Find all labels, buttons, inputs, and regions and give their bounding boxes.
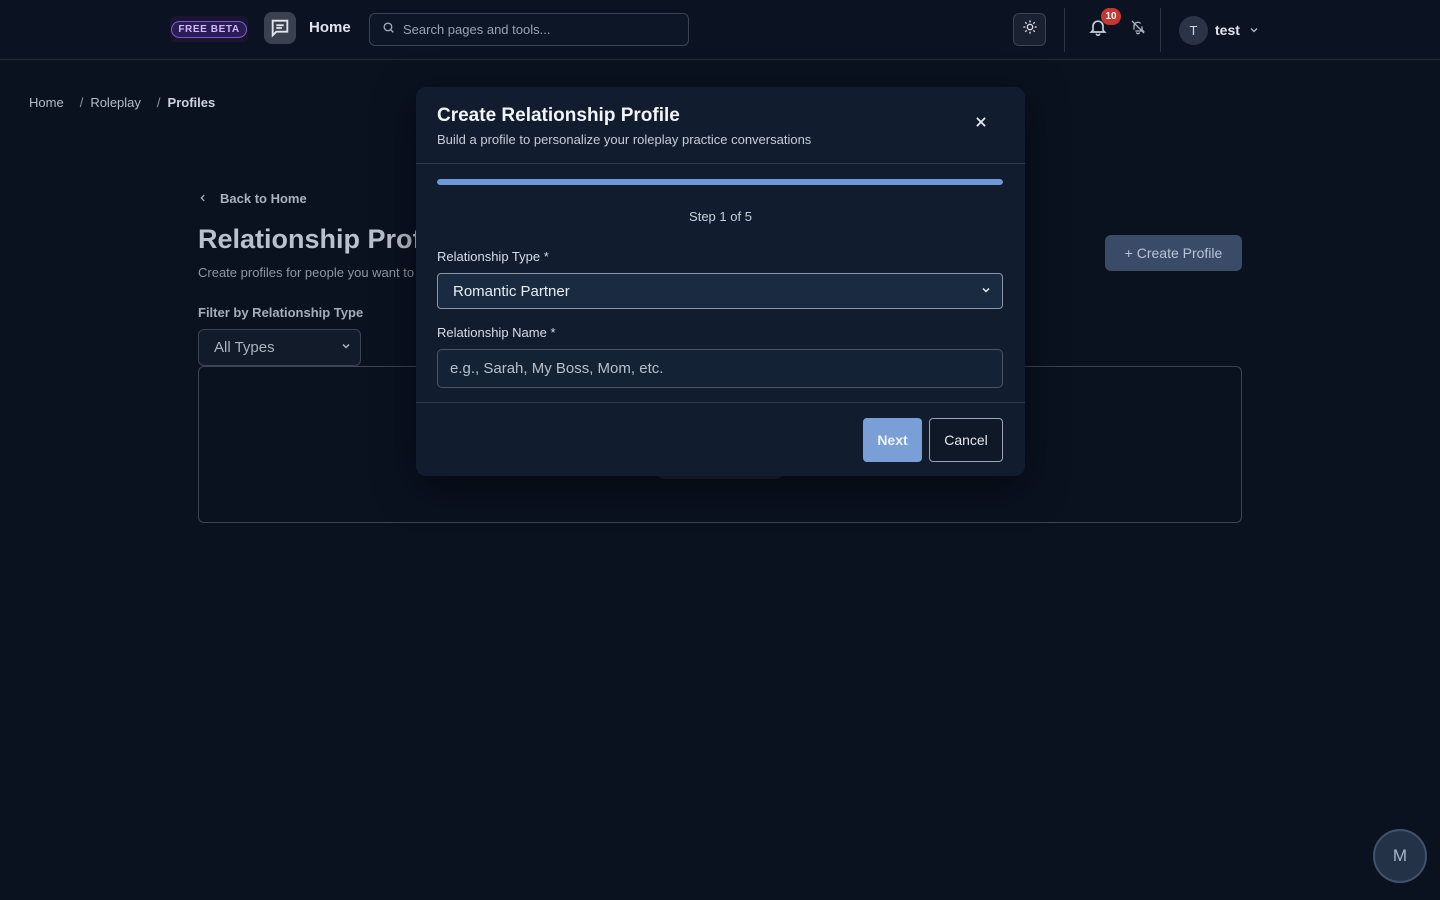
create-profile-button[interactable]: + Create Profile: [1105, 235, 1242, 271]
relationship-type-value: Romantic Partner: [453, 282, 570, 300]
step-indicator: Step 1 of 5: [689, 209, 752, 224]
close-icon: [974, 115, 988, 134]
create-profile-modal: Create Relationship Profile Build a prof…: [416, 87, 1025, 476]
chevron-left-icon: [198, 191, 208, 206]
modal-subtitle: Build a profile to personalize your role…: [437, 132, 812, 147]
relationship-type-select[interactable]: Romantic Partner: [437, 273, 1003, 309]
chevron-down-icon: [340, 339, 352, 356]
page-subtitle: Create profiles for people you want to p…: [198, 265, 416, 280]
relationship-type-filter[interactable]: All Types: [198, 329, 361, 366]
page-title: Relationship Profiles: [198, 224, 418, 254]
modal-divider: [416, 402, 1025, 403]
relationship-type-label: Relationship Type *: [437, 249, 549, 264]
cancel-button[interactable]: Cancel: [929, 418, 1003, 462]
modal-title: Create Relationship Profile: [437, 105, 680, 126]
back-link-label: Back to Home: [220, 191, 307, 206]
relationship-name-label: Relationship Name *: [437, 325, 556, 340]
step-progress-fill: [437, 179, 1003, 185]
next-button[interactable]: Next: [863, 418, 922, 462]
close-modal-button[interactable]: [969, 112, 993, 136]
filter-value: All Types: [214, 339, 275, 356]
relationship-name-input[interactable]: [437, 349, 1003, 388]
step-progress-bar: [437, 179, 1003, 185]
filter-label: Filter by Relationship Type: [198, 305, 364, 320]
floating-assistant-avatar[interactable]: M: [1373, 829, 1427, 883]
chevron-down-icon: [980, 283, 992, 300]
modal-divider: [416, 163, 1025, 164]
back-to-home-link[interactable]: Back to Home: [198, 191, 307, 206]
